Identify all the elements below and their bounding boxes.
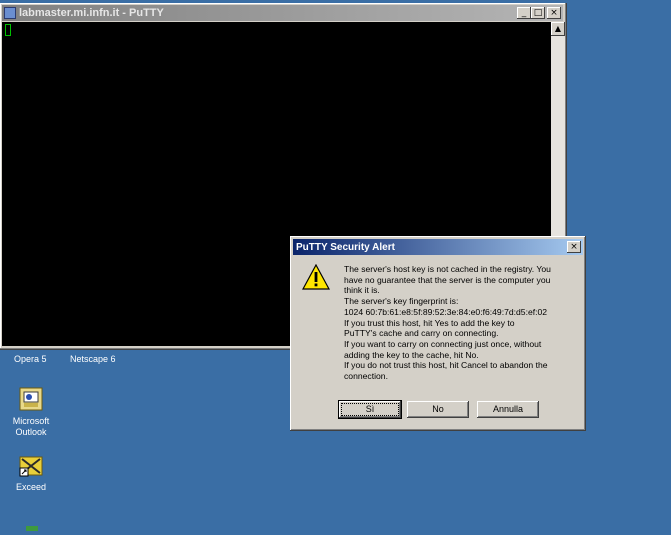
outlook-icon <box>19 387 43 411</box>
message-line: The server's host key is not cached in t… <box>344 264 551 274</box>
message-line: have no guarantee that the server is the… <box>344 274 551 285</box>
dialog-title: PuTTY Security Alert <box>296 241 395 253</box>
security-alert-dialog: PuTTY Security Alert × The server's host… <box>290 236 586 431</box>
message-line: If you want to carry on connecting just … <box>344 338 542 349</box>
desktop-icon-outlook-label-1: Microsoft <box>12 416 50 426</box>
terminal-cursor <box>5 24 11 36</box>
message-line: The server's key fingerprint is: <box>344 296 459 307</box>
green-app-icon <box>26 526 38 531</box>
key-fingerprint: 1024 60:7b:61:e8:5f:89:52:3e:84:e0:f6:49… <box>344 306 548 317</box>
yes-button-label: Sì <box>340 403 400 416</box>
cancel-button[interactable]: Annulla <box>477 401 539 418</box>
desktop-icon-exceed-label: Exceed <box>15 482 47 492</box>
dialog-titlebar[interactable]: PuTTY Security Alert × <box>293 239 583 255</box>
maximize-button[interactable]: □ <box>531 7 545 19</box>
close-button[interactable]: × <box>547 7 561 19</box>
desktop-icon-opera-label[interactable]: Opera 5 <box>14 354 47 364</box>
dialog-close-button[interactable]: × <box>567 241 581 253</box>
yes-button[interactable]: Sì <box>338 400 402 419</box>
putty-titlebar[interactable]: labmaster.mi.infn.it - PuTTY _ □ × <box>2 5 563 21</box>
putty-window-title: labmaster.mi.infn.it - PuTTY <box>19 7 164 19</box>
minimize-button[interactable]: _ <box>517 7 531 19</box>
desktop-icon-partial[interactable] <box>20 516 44 531</box>
message-line: connection. <box>344 371 388 382</box>
desktop-icon-outlook[interactable]: Microsoft Outlook <box>8 385 54 440</box>
window-controls: _ □ × <box>517 7 561 19</box>
no-button[interactable]: No <box>407 401 469 418</box>
warning-icon <box>302 264 330 290</box>
putty-app-icon[interactable] <box>4 7 16 19</box>
scroll-up-button[interactable]: ▲ <box>551 22 565 36</box>
message-line: If you trust this host, hit Yes to add t… <box>344 317 515 328</box>
desktop: labmaster.mi.infn.it - PuTTY _ □ × ▲ Ope… <box>0 0 671 531</box>
message-line: adding the key to the cache, hit No. <box>344 349 479 360</box>
desktop-icon-exceed[interactable]: Exceed <box>8 450 54 495</box>
desktop-icon-outlook-label-2: Outlook <box>15 427 47 437</box>
message-line: think it is. <box>344 285 380 296</box>
desktop-icon-netscape-label[interactable]: Netscape 6 <box>70 354 116 364</box>
message-line: If you do not trust this host, hit Cance… <box>344 360 548 371</box>
message-line: PuTTY's cache and carry on connecting. <box>344 328 499 339</box>
exceed-icon <box>19 456 43 477</box>
dialog-message: The server's host key is not cached in t… <box>344 264 580 382</box>
